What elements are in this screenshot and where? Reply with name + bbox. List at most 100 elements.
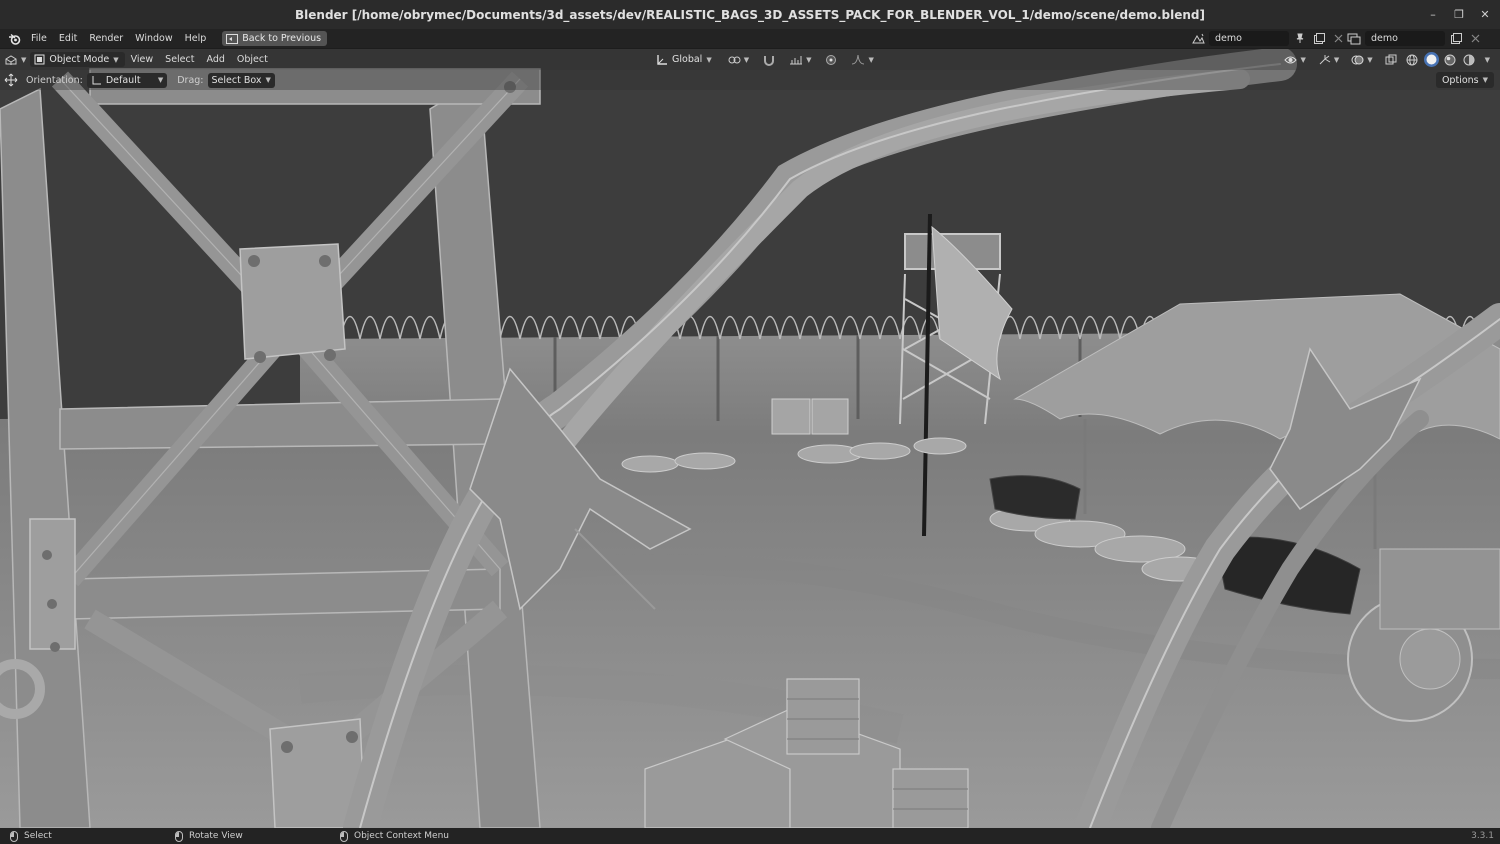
viewport-scene-render[interactable] bbox=[0, 49, 1500, 828]
chevron-down-icon: ▼ bbox=[265, 76, 271, 84]
chevron-down-icon: ▼ bbox=[1300, 55, 1306, 64]
menu-edit[interactable]: Edit bbox=[53, 29, 83, 48]
viewport-menu-object[interactable]: Object bbox=[231, 54, 274, 65]
viewport-menu-view[interactable]: View bbox=[125, 54, 160, 65]
object-mode-dropdown[interactable]: Object Mode ▼ bbox=[30, 52, 125, 67]
window-title: Blender [/home/obrymec/Documents/3d_asse… bbox=[295, 7, 1205, 22]
scene-icon[interactable] bbox=[1190, 31, 1206, 46]
pivot-point-button[interactable]: ▼ bbox=[724, 52, 753, 67]
minimize-button[interactable]: – bbox=[1424, 6, 1442, 24]
snap-target-button[interactable]: ▼ bbox=[785, 52, 815, 67]
status-context-menu: Object Context Menu bbox=[340, 830, 450, 842]
version-label: 3.3.1 bbox=[1471, 831, 1494, 841]
orientation-dropdown[interactable]: Default ▼ bbox=[86, 72, 168, 88]
orientation-value: Default bbox=[105, 74, 141, 86]
scene-selector: demo bbox=[1190, 29, 1346, 48]
chevron-down-icon: ▼ bbox=[1484, 55, 1490, 64]
chevron-down-icon: ▼ bbox=[157, 76, 164, 84]
rendered-sphere-icon bbox=[1463, 54, 1475, 65]
overlays-icon bbox=[1351, 55, 1364, 64]
material-sphere-icon bbox=[1444, 54, 1456, 65]
new-view-layer-icon[interactable] bbox=[1448, 31, 1464, 46]
object-mode-icon bbox=[34, 54, 45, 65]
xray-toggle[interactable] bbox=[1381, 52, 1401, 67]
view-layer-selector: demo bbox=[1346, 29, 1483, 48]
chevron-down-icon: ▼ bbox=[806, 55, 812, 64]
viewport-header: ▼ Object Mode ▼ View Select Add Object G… bbox=[0, 49, 1500, 70]
window-titlebar: Blender [/home/obrymec/Documents/3d_asse… bbox=[0, 0, 1500, 29]
view-layer-icon[interactable] bbox=[1346, 31, 1362, 46]
mouse-left-icon bbox=[10, 830, 18, 842]
gizmo-toggle[interactable]: ▼ bbox=[1314, 52, 1343, 67]
chevron-down-icon: ▼ bbox=[706, 55, 712, 64]
menu-render[interactable]: Render bbox=[83, 29, 129, 48]
transform-orientation-dropdown[interactable]: Global ▼ bbox=[652, 52, 718, 67]
wireframe-shading-button[interactable] bbox=[1405, 52, 1420, 67]
back-to-previous-button[interactable]: Back to Previous bbox=[222, 31, 328, 46]
menu-help[interactable]: Help bbox=[179, 29, 213, 48]
back-icon bbox=[226, 33, 239, 44]
menu-window[interactable]: Window bbox=[129, 29, 178, 48]
chevron-down-icon: ▼ bbox=[868, 55, 874, 64]
transform-tools: Global ▼ ▼ ▼ ▼ bbox=[652, 52, 878, 67]
eye-icon bbox=[1284, 56, 1298, 63]
editor-type-button[interactable]: ▼ bbox=[0, 52, 30, 67]
visibility-filter-button[interactable]: ▼ bbox=[1280, 52, 1309, 67]
3d-viewport[interactable]: ▼ Object Mode ▼ View Select Add Object G… bbox=[0, 49, 1500, 828]
transform-orientation-label: Global bbox=[672, 54, 703, 65]
orientation-label: Orientation: bbox=[26, 74, 83, 86]
viewport-menu-select[interactable]: Select bbox=[159, 54, 200, 65]
move-tool-icon bbox=[4, 73, 18, 87]
chevron-down-icon: ▼ bbox=[1482, 76, 1488, 84]
pivot-icon bbox=[728, 56, 741, 63]
chevron-down-icon: ▼ bbox=[1367, 55, 1373, 64]
mouse-middle-icon bbox=[175, 830, 183, 842]
solid-shading-button[interactable] bbox=[1423, 52, 1439, 67]
blender-logo-icon[interactable] bbox=[3, 29, 25, 48]
close-button[interactable]: ✕ bbox=[1476, 6, 1494, 24]
active-tool-button[interactable] bbox=[0, 73, 22, 88]
editor-type-icon bbox=[5, 54, 17, 65]
status-rotate-view: Rotate View bbox=[175, 830, 243, 842]
proportional-editing-icon bbox=[826, 54, 837, 65]
delete-scene-icon[interactable] bbox=[1330, 31, 1346, 46]
material-preview-button[interactable] bbox=[1443, 52, 1458, 67]
falloff-curve-icon bbox=[852, 54, 865, 65]
shading-options-button[interactable]: ▼ bbox=[1481, 52, 1494, 67]
main-menu: File Edit Render Window Help bbox=[25, 29, 212, 48]
drag-value: Select Box bbox=[211, 74, 262, 86]
status-select: Select bbox=[10, 830, 52, 842]
new-scene-icon[interactable] bbox=[1311, 31, 1327, 46]
menu-file[interactable]: File bbox=[25, 29, 53, 48]
delete-view-layer-icon[interactable] bbox=[1467, 31, 1483, 46]
back-to-previous-label: Back to Previous bbox=[242, 33, 322, 44]
tool-settings-bar: Orientation: Default ▼ Drag: Select Box … bbox=[0, 70, 1500, 90]
status-select-label: Select bbox=[24, 831, 52, 841]
overlays-toggle[interactable]: ▼ bbox=[1347, 52, 1376, 67]
status-bar: Select Rotate View Object Context Menu 3… bbox=[0, 828, 1500, 844]
topbar: File Edit Render Window Help Back to Pre… bbox=[0, 29, 1500, 48]
xray-icon bbox=[1385, 54, 1397, 64]
falloff-button[interactable]: ▼ bbox=[847, 52, 877, 67]
magnet-icon bbox=[764, 55, 775, 66]
status-context-menu-label: Object Context Menu bbox=[354, 831, 450, 841]
snap-toggle[interactable] bbox=[759, 52, 779, 67]
gizmo-icon bbox=[1319, 54, 1331, 64]
window-controls: – ❐ ✕ bbox=[1424, 0, 1494, 29]
maximize-button[interactable]: ❐ bbox=[1450, 6, 1468, 24]
rendered-shading-button[interactable] bbox=[1462, 52, 1477, 67]
options-dropdown[interactable]: Options ▼ bbox=[1435, 72, 1494, 88]
scene-name-field[interactable]: demo bbox=[1209, 31, 1289, 46]
chevron-down-icon: ▼ bbox=[113, 55, 119, 64]
view-layer-name-field[interactable]: demo bbox=[1365, 31, 1445, 46]
viewport-display-tools: ▼ ▼ ▼ ▼ bbox=[1280, 52, 1494, 67]
drag-label: Drag: bbox=[177, 74, 204, 86]
wireframe-sphere-icon bbox=[1406, 54, 1418, 65]
chevron-down-icon: ▼ bbox=[743, 55, 750, 64]
snap-increment-icon bbox=[790, 56, 803, 65]
pin-icon[interactable] bbox=[1292, 31, 1308, 46]
proportional-editing-toggle[interactable] bbox=[821, 52, 841, 67]
viewport-menu-add[interactable]: Add bbox=[200, 54, 230, 65]
drag-dropdown[interactable]: Select Box ▼ bbox=[207, 72, 275, 88]
object-mode-label: Object Mode bbox=[49, 54, 110, 65]
